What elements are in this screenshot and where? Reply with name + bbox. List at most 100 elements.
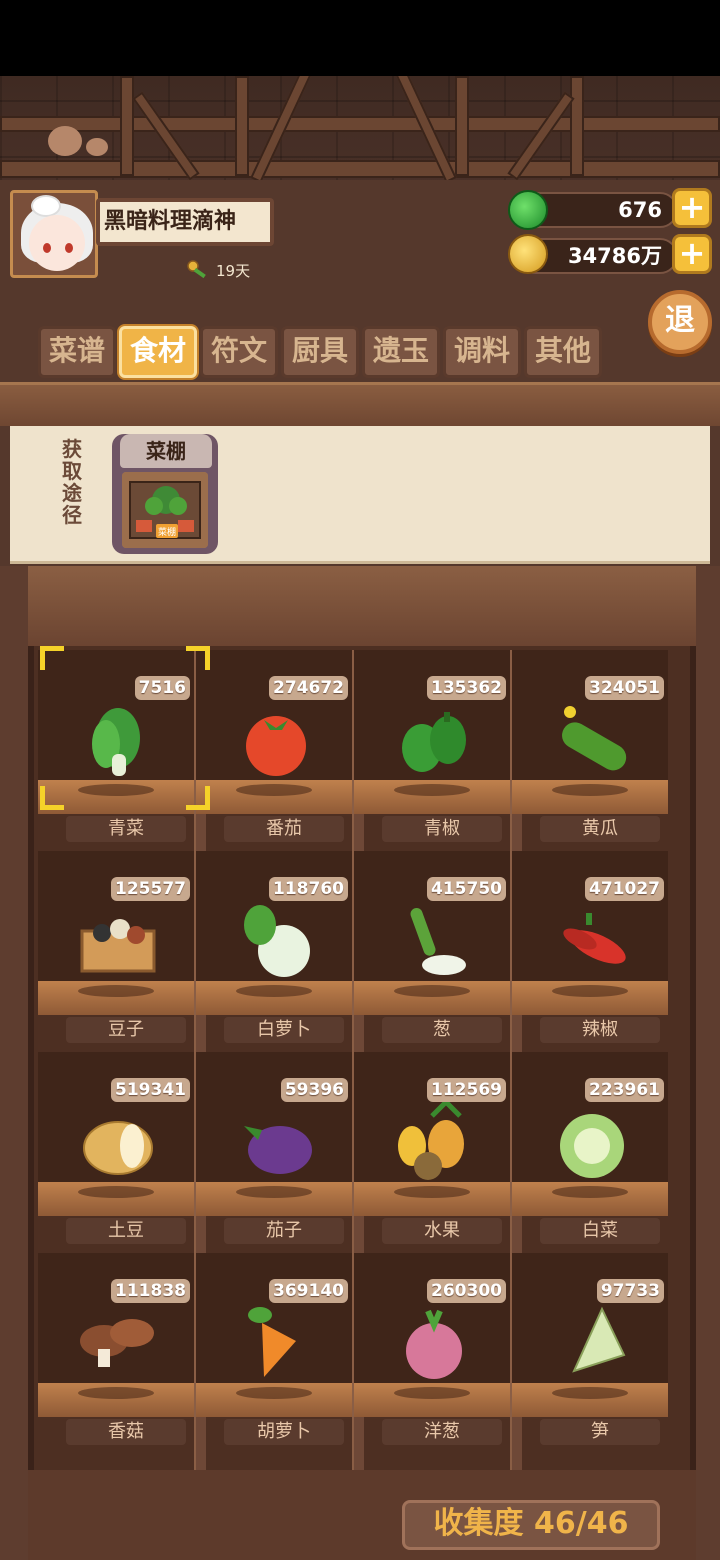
chick-icon	[48, 126, 82, 156]
ingredient-name: 白菜	[540, 1218, 660, 1244]
ingredient-count: 260300	[427, 1279, 506, 1303]
side-shelf-left	[0, 566, 28, 1560]
ingredient-count: 324051	[585, 676, 664, 700]
ingredient-name: 葱	[382, 1017, 502, 1043]
ingredient-count: 519341	[111, 1078, 190, 1102]
onion-icon	[392, 1301, 476, 1385]
ingredient-name: 青菜	[66, 816, 186, 842]
selection-corner	[186, 786, 210, 810]
ingredient-cell[interactable]: 324051 黄瓜	[512, 650, 668, 850]
ingredient-name: 水果	[382, 1218, 502, 1244]
ingredient-cell[interactable]: 111838 香菇	[38, 1253, 194, 1453]
ingredient-name: 番茄	[224, 816, 344, 842]
ingredient-name: 胡萝卜	[224, 1419, 344, 1445]
add-jade-button[interactable]: +	[672, 188, 712, 228]
ingredient-count: 112569	[427, 1078, 506, 1102]
cucumber-icon	[550, 698, 634, 782]
cabinet-header	[28, 566, 696, 646]
ingredient-cell[interactable]: 118760 白萝卜	[196, 851, 352, 1051]
ingredient-cell[interactable]: 369140 胡萝卜	[196, 1253, 352, 1453]
jade-icon	[508, 190, 548, 230]
ingredient-count: 135362	[427, 676, 506, 700]
beans-box-icon	[76, 899, 160, 983]
tab-recipes[interactable]: 菜谱	[38, 326, 116, 378]
ingredient-name: 笋	[540, 1419, 660, 1445]
coin-icon	[508, 234, 548, 274]
ingredient-cell[interactable]: 59396 茄子	[196, 1052, 352, 1252]
selection-corner	[40, 646, 64, 670]
ingredient-name: 白萝卜	[224, 1017, 344, 1043]
tab-cookware[interactable]: 厨具	[281, 326, 359, 378]
chili-icon	[550, 899, 634, 983]
ingredient-count: 471027	[585, 877, 664, 901]
eggplant-icon	[234, 1100, 318, 1184]
selection-corner	[186, 646, 210, 670]
shelf-top	[0, 382, 720, 426]
ingredient-name: 洋葱	[382, 1419, 502, 1445]
player-avatar[interactable]	[10, 190, 98, 278]
vegetable-shed-icon: 菜棚	[122, 472, 208, 548]
ingredient-cell[interactable]: 274672 番茄	[196, 650, 352, 850]
days-text: 19天	[216, 261, 251, 280]
status-bar	[0, 0, 720, 76]
ingredient-cell[interactable]: 125577 豆子	[38, 851, 194, 1051]
tab-runes[interactable]: 符文	[200, 326, 278, 378]
source-card-sign: 菜棚	[158, 526, 176, 538]
key-icon	[186, 259, 210, 281]
ingredient-cell[interactable]: 135362 青椒	[354, 650, 510, 850]
player-name: 黑暗料理滴神	[96, 198, 274, 246]
ingredient-name: 香菇	[66, 1419, 186, 1445]
ingredient-name: 豆子	[66, 1017, 186, 1043]
tab-seasonings[interactable]: 调料	[443, 326, 521, 378]
ingredient-cell[interactable]: 112569 水果	[354, 1052, 510, 1252]
add-coin-button[interactable]: +	[672, 234, 712, 274]
green-pepper-icon	[392, 698, 476, 782]
ingredient-cell[interactable]: 471027 辣椒	[512, 851, 668, 1051]
ingredient-count: 118760	[269, 877, 348, 901]
potato-icon	[76, 1100, 160, 1184]
ingredient-cell[interactable]: 415750 葱	[354, 851, 510, 1051]
tomato-icon	[234, 698, 318, 782]
ingredient-name: 茄子	[224, 1218, 344, 1244]
carrot-icon	[234, 1301, 318, 1385]
selection-corner	[40, 786, 64, 810]
ceiling-rafters	[0, 76, 720, 186]
ingredient-count: 111838	[111, 1279, 190, 1303]
category-tabs: 菜谱 食材 符文 厨具 遗玉 调料 其他	[38, 326, 602, 378]
cabbage-icon	[550, 1100, 634, 1184]
exit-button[interactable]: 退	[648, 290, 712, 354]
source-card-title: 菜棚	[120, 434, 212, 468]
ingredient-count: 97733	[596, 1279, 664, 1303]
ingredient-count: 274672	[269, 676, 348, 700]
collection-progress: 收集度 46/46	[402, 1500, 660, 1550]
mushroom-icon	[76, 1301, 160, 1385]
scallion-icon	[392, 899, 476, 983]
fruit-icon	[392, 1098, 476, 1184]
ingredient-cell[interactable]: 7516 青菜	[38, 650, 194, 850]
source-card-vegetable-shed[interactable]: 菜棚 菜棚	[112, 434, 218, 554]
white-radish-icon	[234, 899, 318, 983]
ingredient-count: 7516	[134, 676, 190, 700]
source-label: 获取途径	[62, 437, 82, 527]
ingredient-cell[interactable]: 260300 洋葱	[354, 1253, 510, 1453]
bok-choy-icon	[76, 698, 160, 782]
tab-relic-jade[interactable]: 遗玉	[362, 326, 440, 378]
chick-icon	[86, 138, 108, 156]
tab-ingredients[interactable]: 食材	[119, 326, 197, 378]
ingredient-cell[interactable]: 223961 白菜	[512, 1052, 668, 1252]
side-shelf-right	[696, 566, 720, 1560]
ingredient-count: 369140	[269, 1279, 348, 1303]
ingredient-count: 415750	[427, 877, 506, 901]
ingredient-cell[interactable]: 519341 土豆	[38, 1052, 194, 1252]
bamboo-shoot-icon	[550, 1301, 634, 1385]
ingredient-count: 223961	[585, 1078, 664, 1102]
ingredient-count: 125577	[111, 877, 190, 901]
ingredient-name: 黄瓜	[540, 816, 660, 842]
ingredient-cell[interactable]: 97733 笋	[512, 1253, 668, 1453]
ingredient-name: 青椒	[382, 816, 502, 842]
tab-other[interactable]: 其他	[524, 326, 602, 378]
ingredient-count: 59396	[280, 1078, 348, 1102]
ingredient-name: 辣椒	[540, 1017, 660, 1043]
days-counter: 19天	[186, 258, 250, 282]
ingredient-name: 土豆	[66, 1218, 186, 1244]
